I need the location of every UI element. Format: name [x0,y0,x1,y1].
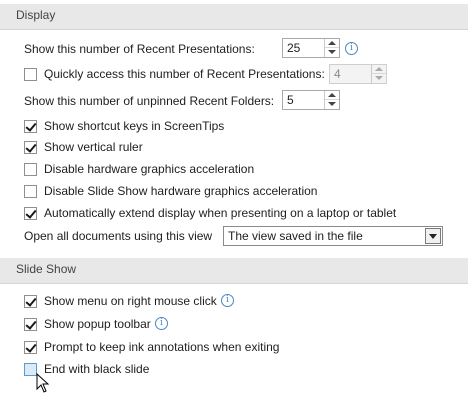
spin-down-button[interactable] [325,100,339,109]
keep-ink-annotations-checkbox[interactable] [24,341,37,354]
keep-ink-annotations-label: Prompt to keep ink annotations when exit… [44,340,280,354]
right-click-menu-label: Show menu on right mouse click [44,294,217,308]
info-icon[interactable]: i [345,42,358,55]
spin-down-button[interactable] [325,48,339,57]
spin-up-button[interactable] [372,65,386,74]
recent-presentations-spinner[interactable]: 25 [282,38,340,58]
spinner-buttons [371,65,386,83]
shortcut-keys-checkbox[interactable] [24,120,37,133]
recent-presentations-value: 25 [287,41,301,55]
spin-down-button[interactable] [372,74,386,83]
mouse-pointer-icon [36,373,50,393]
auto-extend-display-checkbox[interactable] [24,207,37,220]
display-section-header: Display [0,4,468,30]
quick-access-checkbox[interactable] [24,68,37,81]
popup-toolbar-checkbox[interactable] [24,318,37,331]
chevron-down-icon[interactable] [425,228,441,244]
spinner-buttons [324,39,339,57]
slideshow-section-header: Slide Show [0,258,468,284]
spin-up-button[interactable] [325,39,339,48]
disable-slideshow-hw-accel-label: Disable Slide Show hardware graphics acc… [44,184,318,198]
open-view-label: Open all documents using this view [24,229,213,243]
shortcut-keys-label: Show shortcut keys in ScreenTips [44,119,225,133]
disable-slideshow-hw-accel-checkbox[interactable] [24,185,37,198]
vertical-ruler-label: Show vertical ruler [44,140,143,154]
unpinned-folders-value: 5 [287,93,294,107]
open-view-value: The view saved in the file [228,229,363,243]
recent-presentations-label: Show this number of Recent Presentations… [24,42,255,56]
disable-hw-accel-checkbox[interactable] [24,163,37,176]
unpinned-folders-spinner[interactable]: 5 [282,90,340,110]
auto-extend-display-label: Automatically extend display when presen… [44,206,397,220]
right-click-menu-checkbox[interactable] [24,295,37,308]
info-icon[interactable]: i [155,317,168,330]
quick-access-spinner[interactable]: 4 [329,64,387,84]
end-black-slide-label: End with black slide [44,362,150,376]
popup-toolbar-label: Show popup toolbar [44,317,151,331]
slideshow-section-title: Slide Show [16,262,77,276]
spinner-buttons [324,91,339,109]
quick-access-label: Quickly access this number of Recent Pre… [44,67,325,81]
disable-hw-accel-label: Disable hardware graphics acceleration [44,162,255,176]
quick-access-value: 4 [334,67,341,81]
info-icon[interactable]: i [221,294,234,307]
spin-up-button[interactable] [325,91,339,100]
unpinned-folders-label: Show this number of unpinned Recent Fold… [24,94,275,108]
display-section-title: Display [16,8,56,22]
open-view-select[interactable]: The view saved in the file [223,226,443,246]
vertical-ruler-checkbox[interactable] [24,141,37,154]
